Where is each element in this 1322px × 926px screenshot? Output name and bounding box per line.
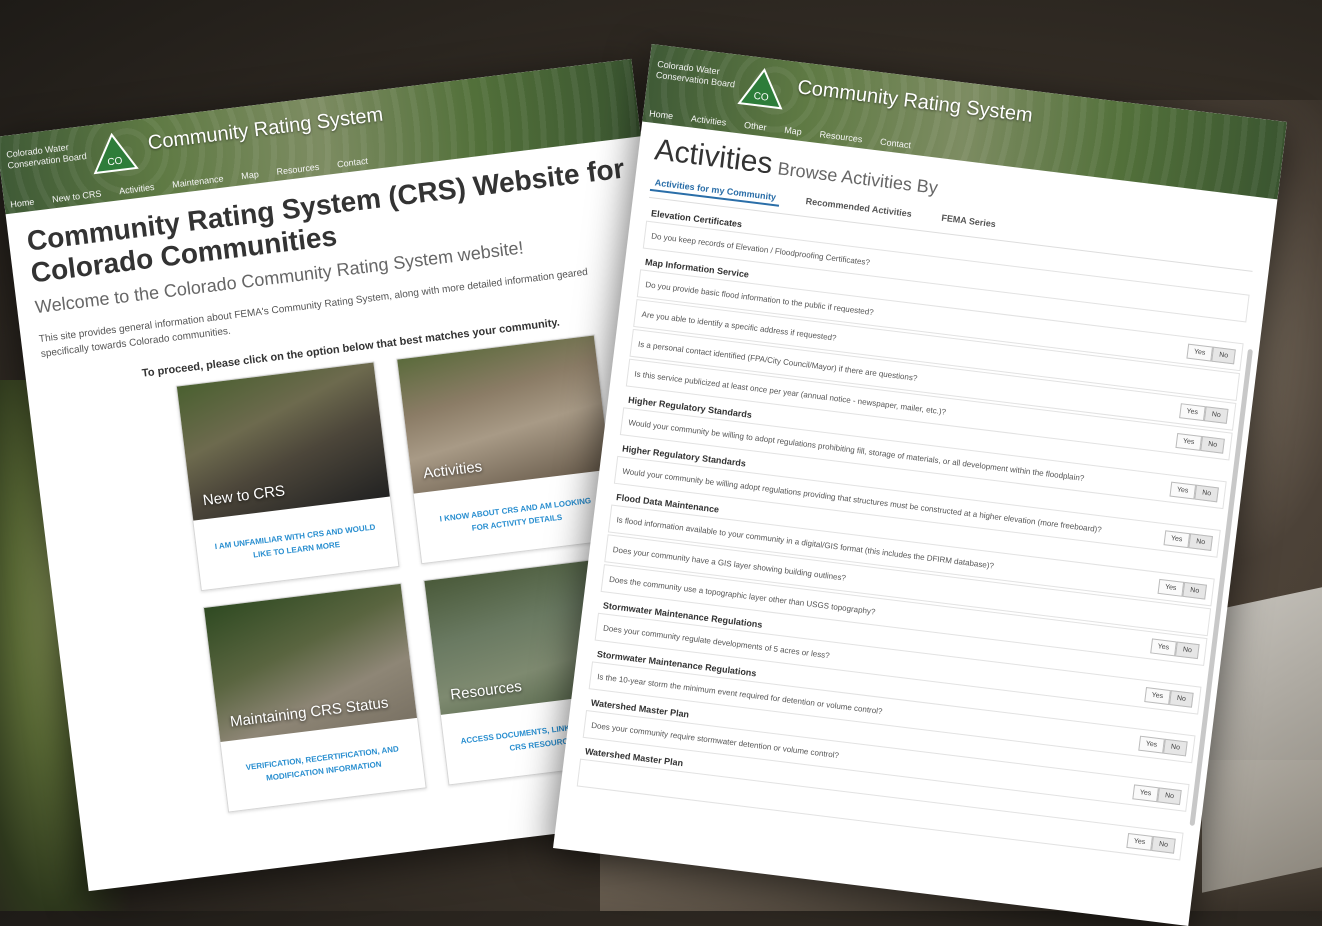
tile-label: Activities [422, 458, 484, 483]
no-button[interactable]: No [1163, 738, 1188, 756]
no-button[interactable]: No [1200, 435, 1225, 454]
yes-no-toggle: Yes No [1137, 735, 1188, 756]
tile-maintaining-crs[interactable]: Maintaining CRS Status VERIFICATION, REC… [202, 582, 427, 813]
activity-list: Elevation Certificates Do you keep record… [576, 208, 1252, 861]
yes-no-toggle: Yes No [1126, 832, 1176, 854]
yes-button[interactable]: Yes [1137, 735, 1166, 754]
nav-home[interactable]: Home [649, 108, 674, 121]
tile-image: Maintaining CRS Status [204, 583, 418, 742]
nav-activities[interactable]: Activities [119, 182, 155, 196]
no-button[interactable]: No [1175, 640, 1200, 659]
nav-home[interactable]: Home [10, 197, 35, 210]
yes-no-toggle: Yes No [1178, 402, 1229, 424]
yes-button[interactable]: Yes [1131, 783, 1160, 802]
yes-no-toggle: Yes No [1163, 529, 1214, 551]
no-button[interactable]: No [1182, 581, 1208, 600]
yes-button[interactable]: Yes [1157, 578, 1185, 597]
nav-map[interactable]: Map [784, 125, 803, 137]
yes-no-toggle: Yes No [1131, 783, 1182, 805]
tile-image: Activities [397, 335, 611, 494]
yes-no-toggle: Yes No [1149, 637, 1200, 659]
yes-no-toggle: Yes No [1186, 343, 1236, 364]
org-name: Colorado Water Conservation Board [655, 58, 736, 90]
no-button[interactable]: No [1169, 689, 1194, 708]
nav-resources[interactable]: Resources [819, 129, 863, 144]
yes-no-toggle: Yes No [1143, 686, 1194, 708]
yes-no-toggle: Yes No [1169, 481, 1219, 502]
no-button[interactable]: No [1157, 786, 1182, 805]
tab-recommended-activities[interactable]: Recommended Activities [801, 194, 917, 224]
yes-button[interactable]: Yes [1186, 343, 1214, 362]
yes-button[interactable]: Yes [1143, 686, 1171, 705]
nav-map[interactable]: Map [241, 169, 260, 181]
yes-no-toggle: Yes No [1175, 432, 1225, 454]
yes-no-toggle: Yes No [1157, 578, 1208, 600]
svg-text:CO: CO [753, 91, 769, 104]
nav-activities[interactable]: Activities [690, 113, 726, 127]
yes-button[interactable]: Yes [1126, 832, 1154, 851]
no-button[interactable]: No [1194, 484, 1219, 502]
yes-button[interactable]: Yes [1175, 432, 1203, 451]
svg-text:CO: CO [107, 156, 123, 169]
tile-image: New to CRS [176, 362, 390, 521]
org-name: Colorado Water Conservation Board [5, 142, 88, 171]
no-button[interactable]: No [1204, 405, 1229, 424]
nav-new-to-crs[interactable]: New to CRS [52, 188, 102, 204]
nav-other[interactable]: Other [743, 120, 767, 133]
cwcb-logo-icon: CO [737, 67, 783, 110]
no-button[interactable]: No [1151, 835, 1176, 854]
yes-button[interactable]: Yes [1149, 637, 1177, 656]
tile-label: New to CRS [201, 482, 286, 510]
nav-contact[interactable]: Contact [880, 137, 912, 151]
yes-button[interactable]: Yes [1178, 402, 1206, 421]
activities-page: Colorado Water Conservation Board CO Com… [553, 44, 1287, 926]
tile-new-to-crs[interactable]: New to CRS I AM UNFAMILIAR WITH CRS AND … [175, 361, 400, 592]
nav-maintenance[interactable]: Maintenance [172, 173, 224, 189]
cwcb-logo-icon: CO [93, 132, 139, 175]
no-button[interactable]: No [1211, 346, 1236, 364]
yes-button[interactable]: Yes [1163, 529, 1191, 548]
browse-subtitle: Browse Activities By [776, 158, 939, 198]
nav-resources[interactable]: Resources [276, 162, 320, 177]
no-button[interactable]: No [1188, 532, 1214, 551]
tile-label: Resources [449, 677, 523, 704]
yes-button[interactable]: Yes [1169, 481, 1197, 500]
tab-fema-series[interactable]: FEMA Series [936, 210, 1000, 234]
nav-contact[interactable]: Contact [337, 156, 369, 170]
tile-activities[interactable]: Activities I KNOW ABOUT CRS AND AM LOOKI… [396, 334, 620, 565]
